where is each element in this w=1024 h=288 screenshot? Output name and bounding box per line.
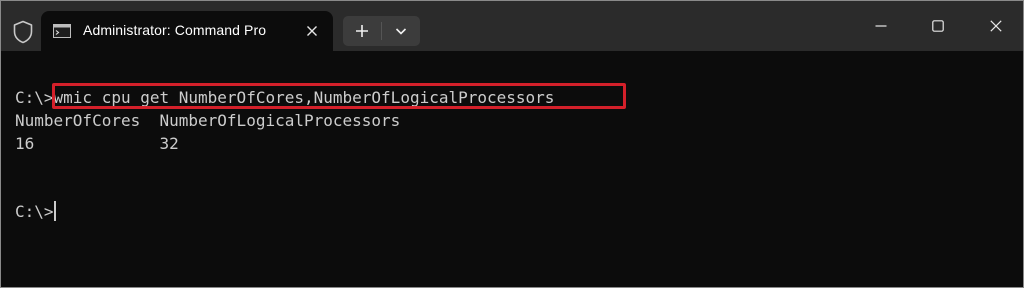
tab-title: Administrator: Command Pro <box>83 22 267 38</box>
title-bar[interactable]: Administrator: Command Pro <box>1 1 1023 51</box>
close-icon <box>990 20 1002 32</box>
maximize-button[interactable] <box>915 1 961 51</box>
output-values: 16 32 <box>15 134 179 153</box>
command-highlight-box <box>52 83 626 109</box>
minimize-icon <box>875 25 887 27</box>
close-tab-icon[interactable] <box>304 23 320 39</box>
command-prompt-icon <box>53 24 71 38</box>
terminal-output[interactable]: C:\>wmic cpu get NumberOfCores,NumberOfL… <box>1 51 1023 287</box>
prompt: C:\> <box>15 88 54 107</box>
shield-icon <box>12 20 34 44</box>
prompt-line[interactable]: C:\> <box>15 201 56 223</box>
new-tab-group <box>343 16 420 46</box>
tab-command-prompt[interactable]: Administrator: Command Pro <box>41 11 333 51</box>
new-tab-button[interactable] <box>343 16 381 46</box>
output-header: NumberOfCores NumberOfLogicalProcessors <box>15 111 401 130</box>
prompt: C:\> <box>15 202 54 221</box>
terminal-window: Administrator: Command Pro C:\>wmic cpu … <box>0 0 1024 288</box>
maximize-icon <box>932 20 944 32</box>
text-cursor <box>53 201 56 221</box>
close-window-button[interactable] <box>973 1 1019 51</box>
tab-dropdown-button[interactable] <box>382 16 420 46</box>
minimize-button[interactable] <box>858 1 904 51</box>
